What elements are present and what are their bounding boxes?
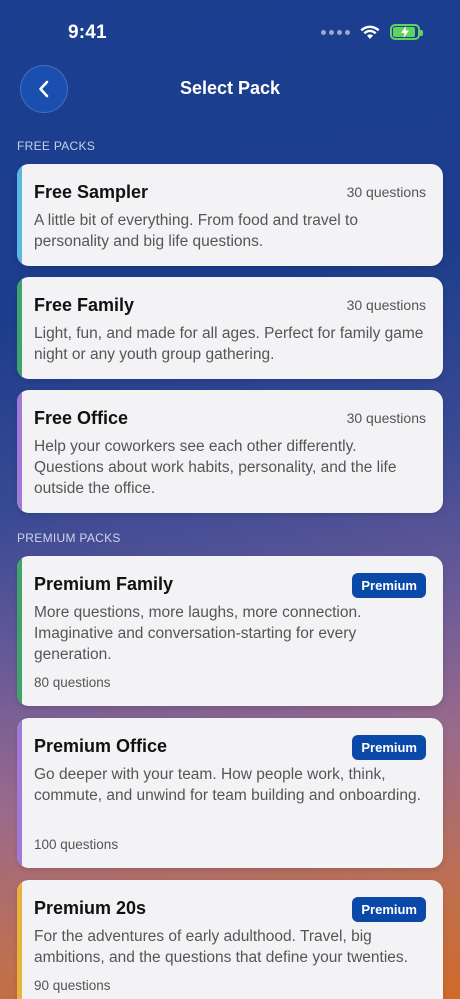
- pack-title: Free Family: [34, 295, 135, 315]
- pack-question-count: 80 questions: [34, 675, 111, 690]
- battery-charging-icon: [390, 24, 423, 40]
- card-accent: [17, 277, 22, 379]
- pack-title: Free Sampler: [34, 182, 149, 202]
- card-accent: [17, 556, 22, 706]
- card-accent: [17, 390, 22, 513]
- pack-description: A little bit of everything. From food an…: [34, 212, 358, 250]
- nav-bar: Select Pack: [0, 60, 460, 118]
- card-accent: [17, 164, 22, 266]
- pack-card-free-office[interactable]: Free Office 30 questions Help your cowor…: [17, 390, 443, 513]
- card-accent: [17, 718, 22, 868]
- pack-question-count: 90 questions: [34, 978, 111, 993]
- section-label-premium: PREMIUM PACKS: [17, 531, 121, 545]
- wifi-icon: [360, 25, 380, 39]
- pack-card-free-sampler[interactable]: Free Sampler 30 questions A little bit o…: [17, 164, 443, 266]
- pack-question-count: 30 questions: [346, 410, 426, 426]
- section-label-free: FREE PACKS: [17, 139, 96, 153]
- status-bar: 9:41: [0, 0, 460, 64]
- pack-card-free-family[interactable]: Free Family 30 questions Light, fun, and…: [17, 277, 443, 379]
- card-accent: [17, 880, 22, 999]
- page-title: Select Pack: [179, 78, 281, 98]
- pack-description: More questions, more laughs, more connec…: [34, 604, 362, 663]
- pack-description: Help your coworkers see each other diffe…: [34, 438, 397, 497]
- pack-question-count: 100 questions: [34, 837, 119, 852]
- premium-badge: Premium: [352, 897, 426, 922]
- pack-card-premium-20s[interactable]: Premium 20s Premium For the adventures o…: [17, 880, 443, 999]
- pack-card-premium-family[interactable]: Premium Family Premium More questions, m…: [17, 556, 443, 706]
- pack-description: For the adventures of early adulthood. T…: [34, 928, 408, 966]
- signal-dots-icon: [321, 29, 350, 35]
- pack-question-count: 30 questions: [346, 184, 426, 200]
- pack-title: Premium Office: [34, 736, 168, 756]
- pack-question-count: 30 questions: [346, 297, 426, 313]
- pack-title: Premium Family: [34, 574, 174, 594]
- premium-badge: Premium: [352, 573, 426, 598]
- pack-title: Premium 20s: [34, 898, 147, 918]
- pack-description: Light, fun, and made for all ages. Perfe…: [34, 325, 424, 363]
- pack-card-premium-office[interactable]: Premium Office Premium Go deeper with yo…: [17, 718, 443, 868]
- pack-description: Go deeper with your team. How people wor…: [34, 766, 421, 804]
- pack-title: Free Office: [34, 408, 129, 428]
- status-icons: [321, 24, 423, 40]
- status-time: 9:41: [68, 22, 107, 43]
- premium-badge: Premium: [352, 735, 426, 760]
